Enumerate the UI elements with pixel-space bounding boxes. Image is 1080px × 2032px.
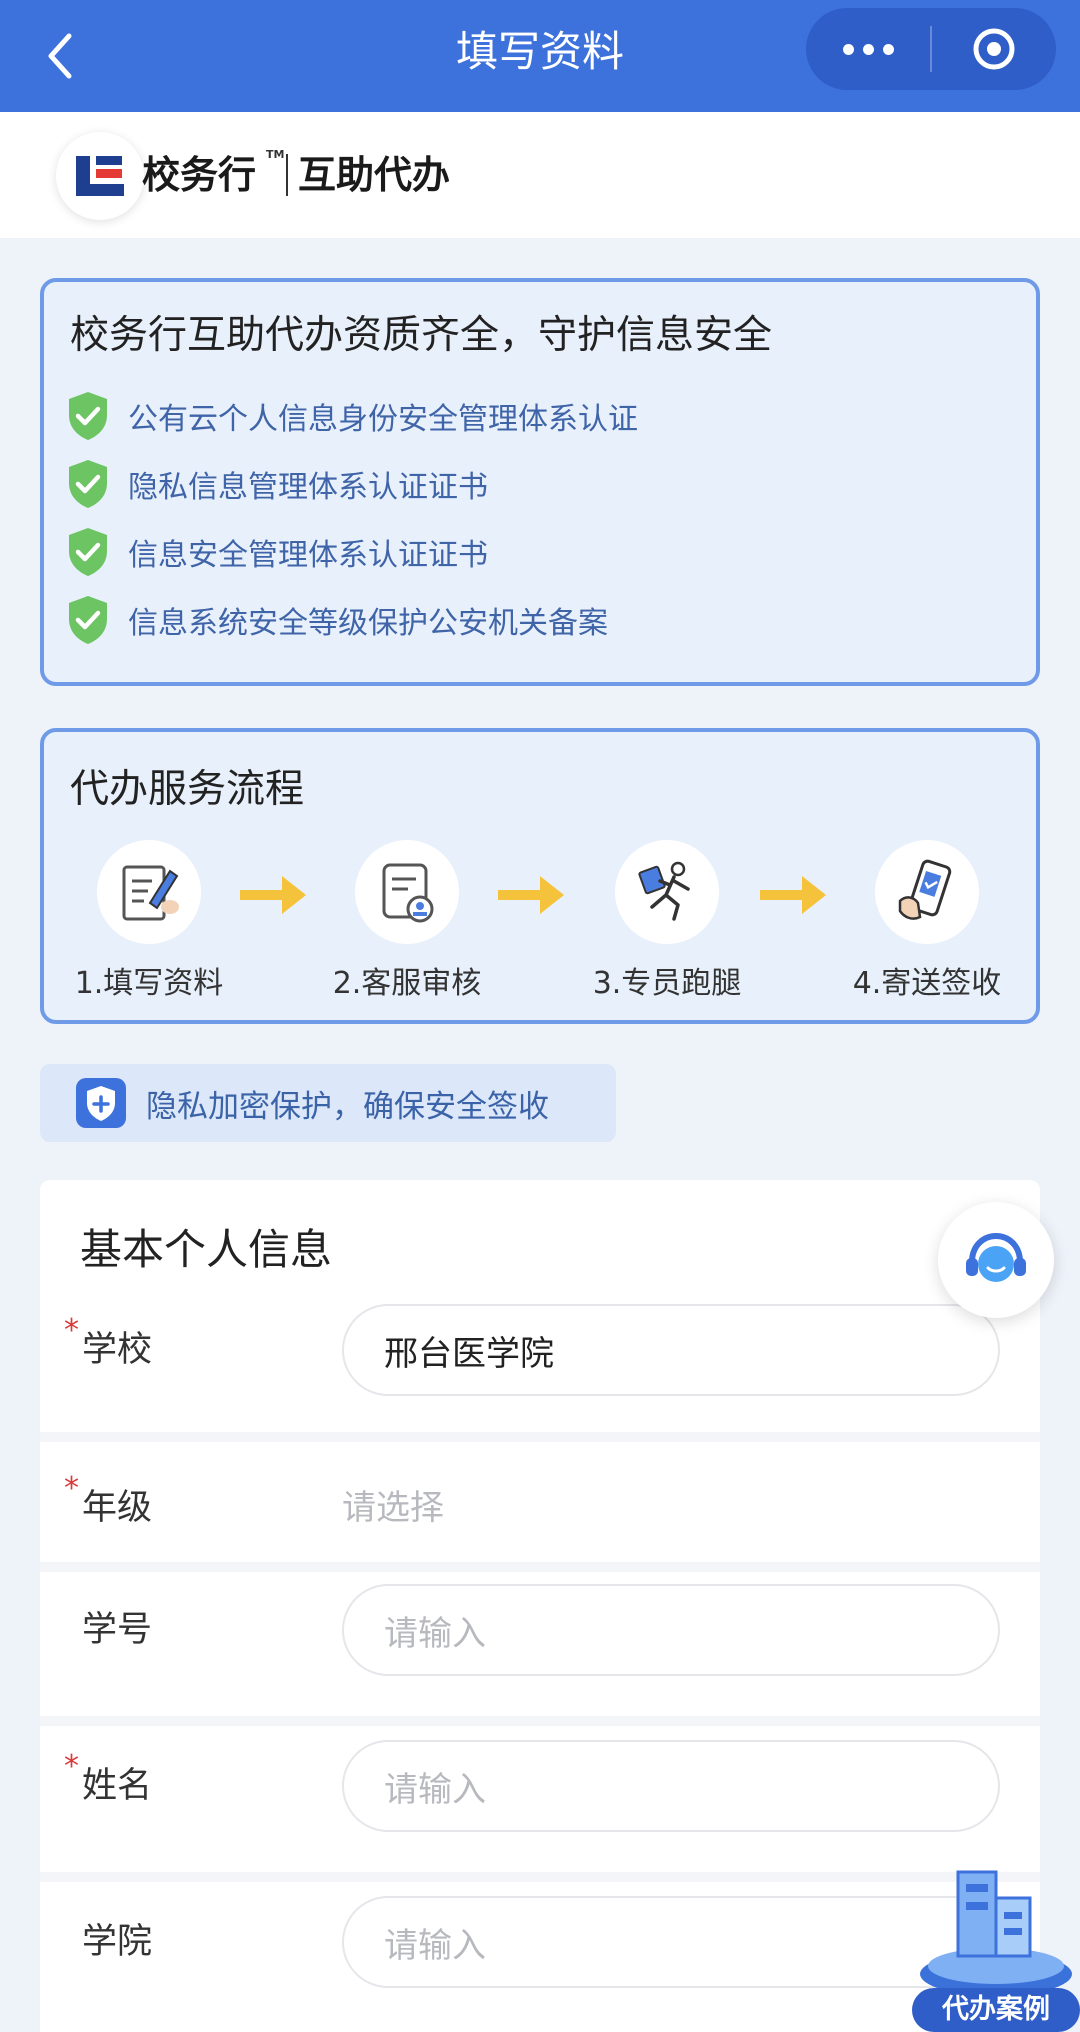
target-icon	[973, 28, 1015, 70]
runner-icon	[615, 840, 719, 944]
school-input[interactable]: 邢台医学院	[342, 1304, 1000, 1396]
arrow-right-icon	[760, 876, 826, 914]
mini-program-capsule	[806, 8, 1056, 90]
shield-check-icon	[69, 528, 107, 576]
form-row-grade[interactable]: * 年级 请选择	[40, 1442, 1040, 1562]
customer-service-button[interactable]	[938, 1202, 1054, 1318]
form-row-school: * 学校 邢台医学院	[40, 1304, 1040, 1422]
case-examples-button[interactable]: 代办案例	[912, 1858, 1080, 2032]
personal-info-form: 基本个人信息 * 学校 邢台医学院 * 年级 请选择 学号 请输入 * 姓名 请…	[40, 1180, 1040, 2032]
college-input[interactable]: 请输入	[342, 1896, 1000, 1988]
case-examples-label: 代办案例	[912, 1988, 1080, 2032]
shield-check-icon	[69, 392, 107, 440]
fill-form-icon	[97, 840, 201, 944]
brand-subtitle: 互助代办	[298, 153, 451, 197]
case-building-icon	[920, 1870, 1072, 1996]
more-dots-icon	[842, 43, 854, 55]
certification-text: 信息系统安全等级保护公安机关备案	[128, 606, 608, 641]
name-label: 姓名	[82, 1766, 153, 1806]
grade-label: 年级	[82, 1488, 153, 1528]
certification-item: 信息安全管理体系认证证书	[66, 518, 638, 586]
top-nav-bar: 填写资料	[0, 0, 1080, 112]
flow-step-sign: 4.寄送签收	[832, 840, 1022, 1002]
certification-item: 隐私信息管理体系认证证书	[66, 450, 638, 518]
certification-text: 隐私信息管理体系认证证书	[128, 470, 488, 505]
row-divider	[40, 1716, 1040, 1726]
college-label: 学院	[82, 1922, 153, 1962]
close-mini-program-button[interactable]	[932, 8, 1056, 90]
privacy-tip: 隐私加密保护，确保安全签收	[40, 1064, 616, 1142]
form-row-college: 学院 请输入	[40, 1896, 1040, 2016]
grade-select[interactable]: 请选择	[342, 1484, 444, 1532]
brand-trademark: TM	[266, 148, 285, 161]
phone-sign-icon	[875, 840, 979, 944]
required-mark: *	[64, 1749, 79, 1784]
school-label: 学校	[82, 1330, 153, 1370]
certification-title: 校务行互助代办资质齐全，守护信息安全	[70, 313, 773, 358]
student-id-label: 学号	[82, 1610, 153, 1650]
certification-text: 公有云个人信息身份安全管理体系认证	[128, 402, 638, 437]
service-flow-card: 代办服务流程 1.填写资料 2.客服审核 3.专员跑腿 4.寄送签收	[40, 728, 1040, 1024]
service-flow-title: 代办服务流程	[70, 767, 305, 812]
certification-list: 公有云个人信息身份安全管理体系认证 隐私信息管理体系认证证书 信息安全管理体系认…	[66, 382, 638, 654]
form-section-title: 基本个人信息	[80, 1225, 333, 1274]
certification-item: 信息系统安全等级保护公安机关备案	[66, 586, 638, 654]
name-input[interactable]: 请输入	[342, 1740, 1000, 1832]
row-divider	[40, 1432, 1040, 1442]
row-divider	[40, 1562, 1040, 1572]
certification-item: 公有云个人信息身份安全管理体系认证	[66, 382, 638, 450]
flow-step-label: 2.客服审核	[332, 966, 482, 1001]
privacy-text: 隐私加密保护，确保安全签收	[146, 1088, 549, 1125]
review-document-icon	[355, 840, 459, 944]
flow-step-label: 4.寄送签收	[852, 966, 1002, 1001]
brand-logo-icon	[56, 132, 144, 220]
student-id-input[interactable]: 请输入	[342, 1584, 1000, 1676]
more-button[interactable]	[806, 8, 930, 90]
certification-text: 信息安全管理体系认证证书	[128, 538, 488, 573]
flow-step-label: 3.专员跑腿	[592, 966, 742, 1001]
certification-card: 校务行互助代办资质齐全，守护信息安全 公有云个人信息身份安全管理体系认证 隐私信…	[40, 278, 1040, 686]
brand-separator	[286, 154, 288, 196]
brand-name: 校务行	[142, 153, 257, 197]
headset-icon	[966, 1232, 1026, 1282]
shield-check-icon	[69, 596, 107, 644]
shield-check-icon	[69, 460, 107, 508]
required-mark: *	[64, 1313, 79, 1348]
arrow-right-icon	[498, 876, 564, 914]
plus-shield-icon	[76, 1078, 126, 1128]
flow-step-review: 2.客服审核	[312, 840, 502, 1002]
row-divider	[40, 1872, 1040, 1882]
arrow-right-icon	[240, 876, 306, 914]
flow-step-fill: 1.填写资料	[54, 840, 244, 1002]
flow-step-run: 3.专员跑腿	[572, 840, 762, 1002]
form-row-student-id: 学号 请输入	[40, 1584, 1040, 1704]
flow-step-label: 1.填写资料	[74, 966, 224, 1001]
form-row-name: * 姓名 请输入	[40, 1740, 1040, 1860]
brand-bar: 校务行 TM 互助代办	[0, 112, 1080, 238]
required-mark: *	[64, 1471, 79, 1506]
